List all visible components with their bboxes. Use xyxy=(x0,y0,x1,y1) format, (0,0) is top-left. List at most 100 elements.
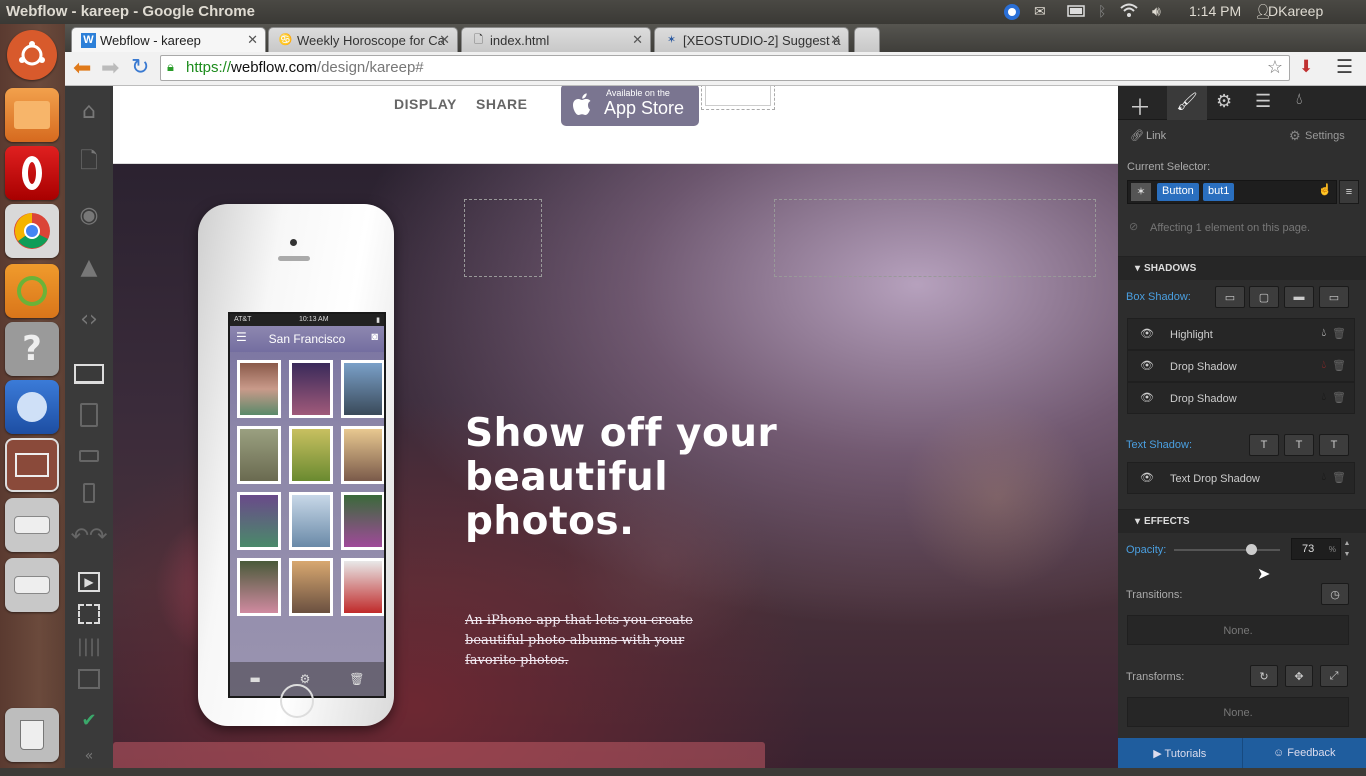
shadow-preset-icon[interactable]: ▬ xyxy=(1284,286,1314,308)
wifi-icon[interactable] xyxy=(1120,3,1138,20)
tab-horoscope[interactable]: ♋ Weekly Horoscope for Ca ✕ xyxy=(268,27,458,52)
chrome-indicator-icon[interactable] xyxy=(1003,3,1021,24)
empty-placeholder-box[interactable] xyxy=(774,199,1096,277)
tutorials-button[interactable]: ▶ Tutorials xyxy=(1118,738,1243,768)
layout-icon[interactable] xyxy=(65,659,113,699)
workspace-switcher-icon[interactable] xyxy=(5,438,59,492)
files-icon[interactable] xyxy=(5,88,59,142)
box-shadow-row[interactable]: 👁︎ Drop Shadow 💧︎ 🗑︎ xyxy=(1127,350,1355,382)
feedback-button[interactable]: ☺ Feedback xyxy=(1243,738,1366,768)
color-drop-icon[interactable]: 💧︎ xyxy=(1322,471,1326,484)
selector-tag-but1[interactable]: but1 xyxy=(1203,183,1234,201)
text-shadow-row[interactable]: 👁︎ Text Drop Shadow 💧︎ 🗑︎ xyxy=(1127,462,1355,494)
outer-shadow-icon[interactable]: ▭ xyxy=(1215,286,1245,308)
drive-icon[interactable] xyxy=(5,498,59,552)
chrome-icon[interactable] xyxy=(5,204,59,258)
collapse-icon[interactable]: « xyxy=(65,736,113,776)
selector-menu-icon[interactable]: ≡ xyxy=(1339,180,1359,204)
scale-icon[interactable]: ⤢ xyxy=(1320,665,1348,687)
color-drop-icon[interactable]: 💧︎ xyxy=(1322,391,1326,404)
text-shadow-inset-icon[interactable]: T xyxy=(1284,434,1314,456)
text-shadow-outer-icon[interactable]: T xyxy=(1249,434,1279,456)
tab-jira[interactable]: ✶ [XEOSTUDIO-2] Suggest a ✕ xyxy=(654,27,849,52)
effects-header[interactable]: ▾EFFECTS xyxy=(1118,509,1366,533)
code-icon[interactable]: ‹› xyxy=(65,299,113,339)
add-icon[interactable]: ＋ xyxy=(1129,90,1151,122)
text-shadow-preset-icon[interactable]: T xyxy=(1319,434,1349,456)
navigator-icon[interactable]: ☰ xyxy=(1255,91,1271,112)
battery-icon[interactable] xyxy=(1067,3,1087,20)
selector-field[interactable]: ✶ Button but1 ☝ xyxy=(1127,180,1337,204)
opera-icon[interactable] xyxy=(5,146,59,200)
shadows-header[interactable]: ▾SHADOWS xyxy=(1118,256,1366,280)
address-bar[interactable]: 🔒︎ https://webflow.com/design/kareep# ☆ xyxy=(160,55,1290,81)
preview-eye-icon[interactable]: ◉ xyxy=(65,195,113,235)
eye-icon[interactable]: 👁︎ xyxy=(1140,471,1154,484)
inset-shadow-icon[interactable]: ▢ xyxy=(1249,286,1279,308)
hero-section[interactable]: AT&T 10:13 AM ▮ ☰ San Francisco ◙ xyxy=(113,164,1118,768)
phone-view-icon[interactable] xyxy=(65,473,113,513)
tab-index-html[interactable]: 🗋︎ index.html ✕ xyxy=(461,27,651,52)
link-label[interactable]: Link xyxy=(1146,130,1166,142)
settings-label[interactable]: Settings xyxy=(1305,130,1345,142)
new-tab-button[interactable] xyxy=(854,27,880,52)
selector-tag-button[interactable]: Button xyxy=(1157,183,1199,201)
reload-icon[interactable]: ↻ xyxy=(131,55,149,80)
close-icon[interactable]: ✕ xyxy=(247,32,258,48)
transforms-value[interactable]: None. xyxy=(1127,697,1349,727)
thunderbird-icon[interactable] xyxy=(5,380,59,434)
delete-icon[interactable]: 🗑︎ xyxy=(1332,359,1346,372)
color-drop-icon[interactable]: 💧︎ xyxy=(1322,327,1326,340)
gear-icon[interactable]: ⚙ xyxy=(1216,91,1232,112)
home-icon[interactable]: ⌂ xyxy=(65,91,113,131)
desktop-view-icon[interactable] xyxy=(65,354,113,394)
publish-rocket-icon[interactable]: ▲ xyxy=(65,247,113,287)
opacity-stepper[interactable]: ▲▼ xyxy=(1342,538,1352,560)
transitions-value[interactable]: None. xyxy=(1127,615,1349,645)
ide-icon[interactable] xyxy=(5,264,59,318)
landscape-view-icon[interactable] xyxy=(65,436,113,476)
box-shadow-row[interactable]: 👁︎ Highlight 💧︎ 🗑︎ xyxy=(1127,318,1355,350)
forward-icon[interactable]: ➡ xyxy=(101,56,119,81)
volume-icon[interactable]: 🔊︎ xyxy=(1152,3,1161,20)
delete-icon[interactable]: 🗑︎ xyxy=(1332,471,1346,484)
design-canvas[interactable]: DISPLAY SHARE Available on the App Store xyxy=(113,86,1118,768)
eye-icon[interactable]: 👁︎ xyxy=(1140,359,1154,372)
clock[interactable]: 1:14 PM xyxy=(1189,3,1241,19)
close-icon[interactable]: ✕ xyxy=(439,32,450,48)
opacity-slider-thumb[interactable] xyxy=(1246,544,1257,555)
opacity-input[interactable]: 73 % xyxy=(1291,538,1341,560)
undo-icon[interactable]: ↶↷ xyxy=(65,516,113,556)
app-store-button[interactable]: Available on the App Store xyxy=(561,86,699,126)
page-icon[interactable]: 🗋︎ xyxy=(65,143,113,183)
extension-icon[interactable]: ⬇ xyxy=(1299,57,1313,77)
swatches-icon[interactable]: 💧︎ xyxy=(1296,91,1302,109)
drive-icon-2[interactable] xyxy=(5,558,59,612)
check-icon[interactable]: ✔ xyxy=(65,700,113,740)
hero-subtext[interactable]: An iPhone app that lets you create beaut… xyxy=(465,611,725,671)
nav-share-link[interactable]: SHARE xyxy=(476,96,528,112)
transition-add-icon[interactable]: ◷ xyxy=(1321,583,1349,605)
delete-icon[interactable]: 🗑︎ xyxy=(1332,327,1346,340)
star-icon[interactable]: ☆ xyxy=(1267,57,1283,78)
menu-icon[interactable]: ☰ xyxy=(1336,56,1353,78)
tab-webflow[interactable]: W Webflow - kareep ✕ xyxy=(71,27,266,52)
eye-icon[interactable]: 👁︎ xyxy=(1140,391,1154,404)
back-icon[interactable]: ⬅ xyxy=(73,56,91,81)
delete-icon[interactable]: 🗑︎ xyxy=(1332,391,1346,404)
help-icon[interactable]: ? xyxy=(5,322,59,376)
ubuntu-logo-icon[interactable] xyxy=(7,30,57,80)
trash-icon[interactable] xyxy=(5,708,59,762)
eye-icon[interactable]: 👁︎ xyxy=(1140,327,1154,340)
color-drop-icon[interactable]: 💧︎ xyxy=(1322,359,1326,372)
tablet-view-icon[interactable] xyxy=(65,395,113,435)
brush-icon[interactable]: 🖌︎ xyxy=(1167,86,1207,120)
shadow-preset-2-icon[interactable]: ▭ xyxy=(1319,286,1349,308)
move-icon[interactable]: ✥ xyxy=(1285,665,1313,687)
empty-placeholder-box[interactable] xyxy=(701,86,775,110)
close-icon[interactable]: ✕ xyxy=(632,32,643,48)
rotate-icon[interactable]: ↻ xyxy=(1250,665,1278,687)
mail-icon[interactable]: ✉ xyxy=(1034,3,1046,20)
bluetooth-icon[interactable]: ᛒ xyxy=(1098,3,1106,19)
opacity-slider-track[interactable] xyxy=(1174,549,1280,551)
